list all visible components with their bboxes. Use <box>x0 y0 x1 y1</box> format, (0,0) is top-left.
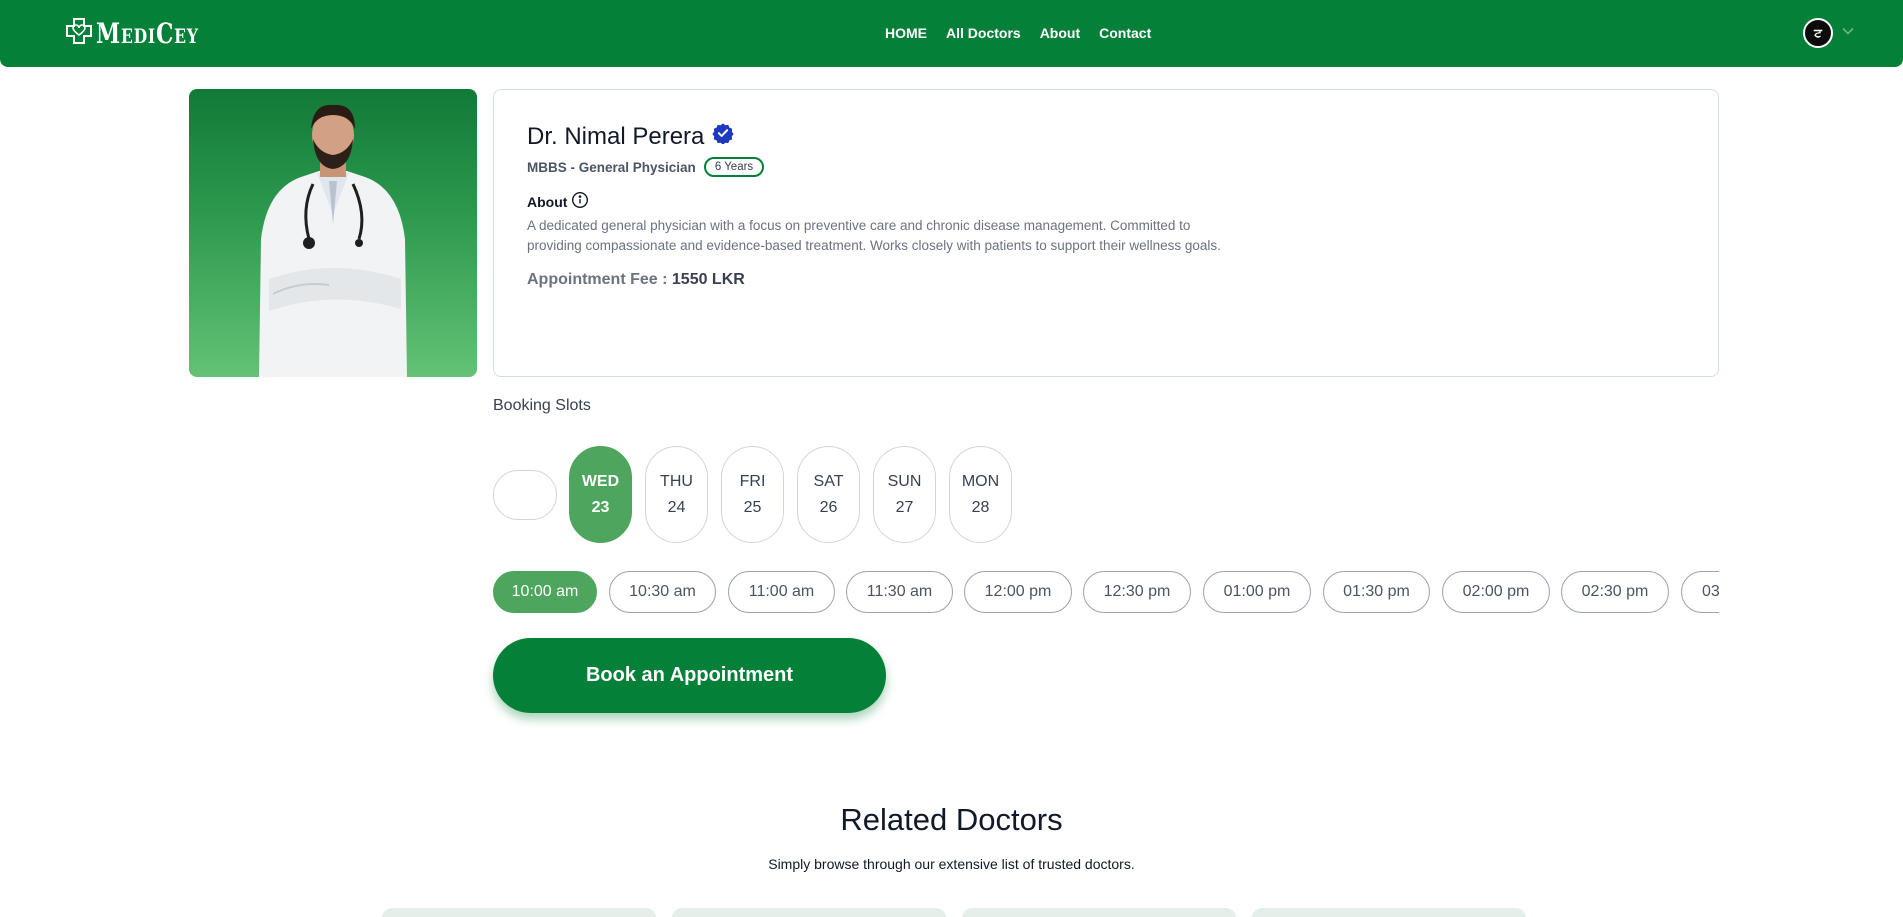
related-doctors-title: Related Doctors <box>840 802 1063 837</box>
date-label: 24 <box>667 498 686 516</box>
related-doctor-card[interactable] <box>962 908 1236 917</box>
date-label: 28 <box>971 498 990 516</box>
day-slot-wed-23[interactable]: WED 23 <box>569 446 632 543</box>
verified-badge-icon <box>712 122 735 151</box>
nav-all-doctors[interactable]: All Doctors <box>946 25 1021 41</box>
profile-menu[interactable]: ਟ <box>1803 18 1855 48</box>
about-text: A dedicated general physician with a foc… <box>527 218 1221 253</box>
about-label: About <box>527 193 568 210</box>
about-heading: About <box>527 191 1685 212</box>
logo[interactable]: MediCey <box>64 16 228 51</box>
time-slot[interactable]: 02:30 pm <box>1561 571 1669 613</box>
logo-icon <box>64 16 94 51</box>
appointment-fee: Appointment Fee : 1550 LKR <box>527 271 1685 289</box>
doctor-photo <box>189 89 477 377</box>
day-slot-sat-26[interactable]: SAT 26 <box>797 446 860 543</box>
day-label: MON <box>961 472 1000 490</box>
related-doctors-subtitle: Simply browse through our extensive list… <box>768 856 1135 872</box>
day-slot-mon-28[interactable]: MON 28 <box>949 446 1012 543</box>
date-label: 25 <box>743 498 762 516</box>
fee-value: 1550 LKR <box>671 271 745 288</box>
day-label: SAT <box>813 472 844 490</box>
nav-contact[interactable]: Contact <box>1099 25 1151 41</box>
experience-badge: 6 Years <box>703 157 765 177</box>
time-slot[interactable]: 12:00 pm <box>964 571 1072 613</box>
date-label: 26 <box>819 498 838 516</box>
time-slot[interactable]: 11:00 am <box>728 571 835 613</box>
day-slot-fri-25[interactable]: FRI 25 <box>721 446 784 543</box>
day-slot-empty[interactable] <box>493 470 557 520</box>
related-doctor-card[interactable] <box>672 908 946 917</box>
fee-label: Appointment Fee : <box>527 271 668 288</box>
day-slot-sun-27[interactable]: SUN 27 <box>873 446 936 543</box>
avatar[interactable]: ਟ <box>1803 18 1833 48</box>
speciality-row: MBBS - General Physician 6 Years <box>527 157 1685 177</box>
nav-about[interactable]: About <box>1040 25 1080 41</box>
nav-home[interactable]: HOME <box>885 25 927 41</box>
related-doctor-card[interactable] <box>382 908 656 917</box>
date-label: 23 <box>591 498 610 516</box>
booking-slots-title: Booking Slots <box>493 397 591 414</box>
time-slots-row[interactable]: 10:00 am 10:30 am 11:00 am 11:30 am 12:0… <box>493 571 1719 615</box>
time-slot[interactable]: 01:00 pm <box>1203 571 1311 613</box>
time-slot[interactable]: 01:30 pm <box>1323 571 1430 613</box>
nav-links: HOME All Doctors About Contact <box>885 25 1170 41</box>
time-slot[interactable]: 10:00 am <box>493 571 597 613</box>
time-slot[interactable]: 10:30 am <box>609 571 716 613</box>
related-doctor-card[interactable] <box>1252 908 1526 917</box>
day-label: THU <box>660 472 693 490</box>
navbar: MediCey HOME All Doctors About Contact ਟ <box>0 0 1903 67</box>
doctor-name: Dr. Nimal Perera <box>527 122 705 150</box>
doctor-name-row: Dr. Nimal Perera <box>527 122 1685 151</box>
time-slot[interactable]: 12:30 pm <box>1083 571 1191 613</box>
day-label: FRI <box>739 472 766 490</box>
day-label: SUN <box>887 472 922 490</box>
time-slot[interactable]: 03 <box>1681 571 1719 613</box>
time-slot[interactable]: 02:00 pm <box>1442 571 1550 613</box>
day-slot-thu-24[interactable]: THU 24 <box>645 446 708 543</box>
info-icon <box>571 191 589 212</box>
logo-text: MediCey <box>96 17 199 50</box>
date-label: 27 <box>895 498 914 516</box>
day-label: WED <box>581 472 620 490</box>
chevron-down-icon[interactable] <box>1841 24 1855 43</box>
time-slot[interactable]: 11:30 am <box>846 571 953 613</box>
book-appointment-button[interactable]: Book an Appointment <box>493 638 886 713</box>
doctor-info-card: Dr. Nimal Perera MBBS - General Physicia… <box>493 89 1719 377</box>
doctor-speciality: MBBS - General Physician <box>527 159 696 175</box>
